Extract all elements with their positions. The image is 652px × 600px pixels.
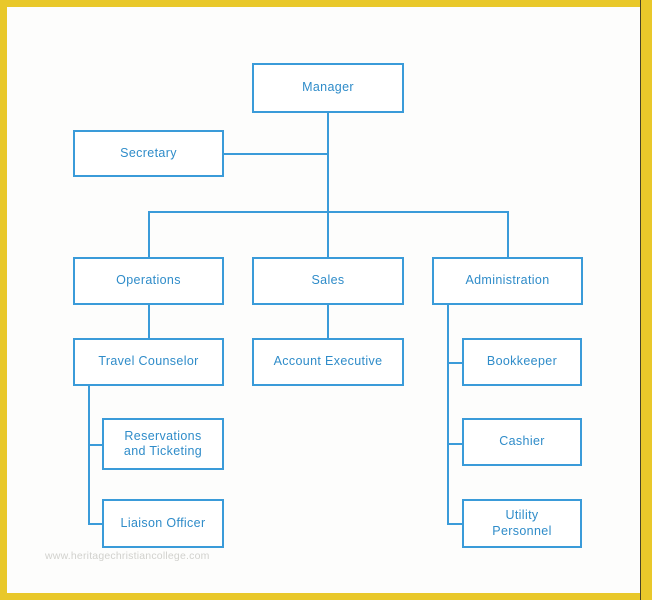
connector-travel-counselor-spine — [88, 386, 90, 524]
node-operations-label: Operations — [116, 273, 181, 288]
node-travel-counselor[interactable]: Travel Counselor — [73, 338, 224, 386]
node-operations[interactable]: Operations — [73, 257, 224, 305]
node-travel-counselor-label: Travel Counselor — [98, 354, 199, 369]
connector-department-bar — [148, 211, 509, 213]
connector-operations-travel-counselor — [148, 305, 150, 339]
node-account-executive[interactable]: Account Executive — [252, 338, 404, 386]
node-secretary-label: Secretary — [120, 145, 177, 160]
connector-bar-to-operations — [148, 211, 150, 263]
node-sales[interactable]: Sales — [252, 257, 404, 305]
node-liaison-officer-label: Liaison Officer — [120, 515, 206, 530]
connector-sales-account-executive — [327, 305, 329, 339]
org-chart-page: Manager Secretary Operations Sales Admin… — [0, 0, 652, 600]
node-cashier-label: Cashier — [499, 434, 545, 449]
node-reservations-and-ticketing[interactable]: Reservations and Ticketing — [102, 418, 224, 470]
connector-manager-trunk — [327, 113, 329, 263]
node-administration-label: Administration — [465, 273, 550, 288]
node-sales-label: Sales — [311, 273, 345, 288]
connector-secretary-trunk — [223, 153, 329, 155]
connector-administration-spine — [447, 305, 449, 524]
connector-administration-bookkeeper — [447, 362, 463, 364]
node-reservations-and-ticketing-label: Reservations and Ticketing — [123, 428, 203, 458]
page-edge-seam — [640, 0, 641, 600]
connector-travel-counselor-reservations — [88, 444, 103, 446]
watermark-text: www.heritagechristiancollege.com — [45, 550, 210, 562]
connector-travel-counselor-liaison — [88, 523, 103, 525]
connector-administration-cashier — [447, 443, 463, 445]
node-manager-label: Manager — [302, 80, 354, 95]
node-liaison-officer[interactable]: Liaison Officer — [102, 499, 224, 548]
node-administration[interactable]: Administration — [432, 257, 583, 305]
node-manager[interactable]: Manager — [252, 63, 404, 113]
node-account-executive-label: Account Executive — [273, 354, 383, 369]
node-bookkeeper[interactable]: Bookkeeper — [462, 338, 582, 386]
connector-bar-to-administration — [507, 211, 509, 263]
chart-canvas: Manager Secretary Operations Sales Admin… — [7, 7, 640, 593]
node-cashier[interactable]: Cashier — [462, 418, 582, 466]
node-secretary[interactable]: Secretary — [73, 130, 224, 177]
node-utility-personnel-label: Utility Personnel — [492, 508, 552, 538]
connector-administration-utility — [447, 523, 463, 525]
node-bookkeeper-label: Bookkeeper — [486, 354, 558, 369]
node-utility-personnel[interactable]: Utility Personnel — [462, 499, 582, 548]
